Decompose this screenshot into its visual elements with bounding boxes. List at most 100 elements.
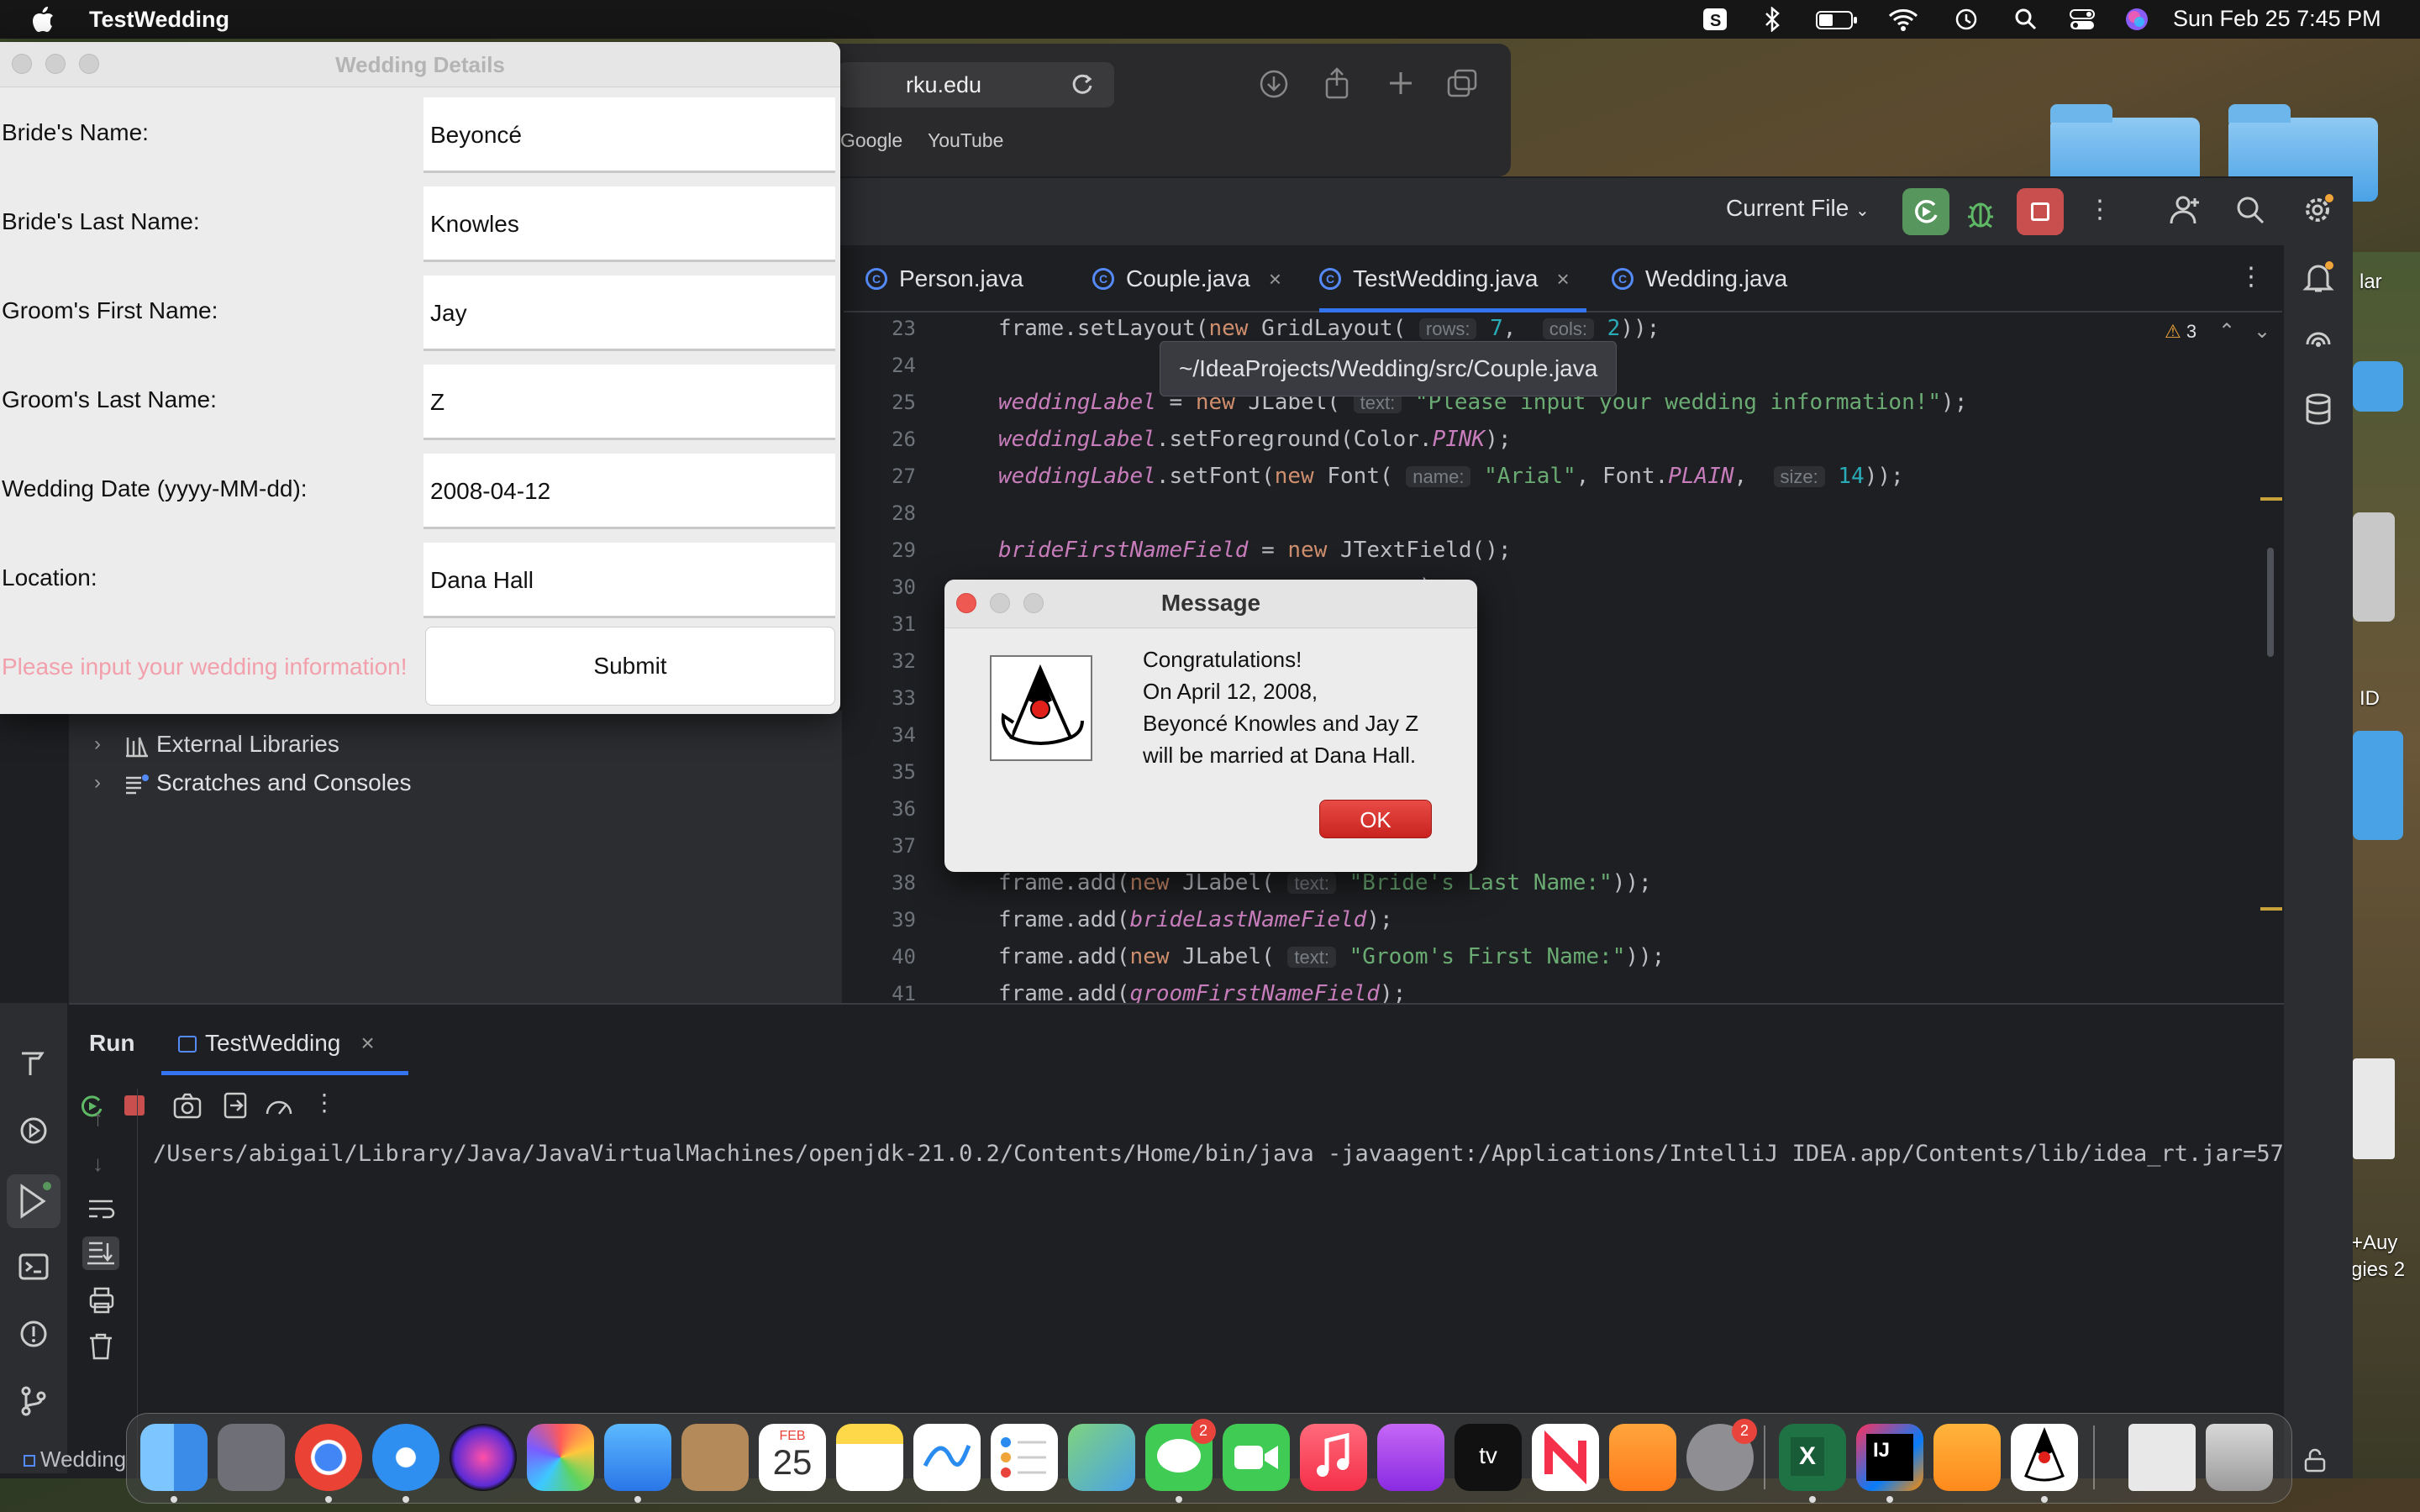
run-console-output[interactable]: /Users/abigail/Library/Java/JavaVirtualM… — [153, 1141, 2284, 1167]
expand-chevron-icon[interactable]: › — [94, 771, 101, 795]
editor-scrollbar[interactable] — [2267, 548, 2274, 657]
warning-marker[interactable] — [2260, 907, 2282, 911]
warning-marker[interactable] — [2260, 497, 2282, 501]
prev-highlight-icon[interactable]: ⌃ — [2218, 319, 2235, 344]
time-machine-icon[interactable] — [1953, 7, 1980, 32]
build-hammer-icon[interactable] — [18, 1048, 49, 1083]
mail-icon[interactable] — [604, 1424, 671, 1491]
database-icon[interactable] — [2304, 393, 2333, 429]
wedding-date-field[interactable]: 2008-04-12 — [424, 454, 835, 529]
downloads-icon[interactable] — [1259, 69, 1289, 103]
print-icon[interactable] — [87, 1287, 116, 1318]
tab-wedding-java[interactable]: C Wedding.java — [1612, 262, 1787, 296]
window-titlebar[interactable]: Wedding Details — [0, 42, 840, 87]
bluetooth-icon[interactable] — [1763, 6, 1781, 33]
facetime-icon[interactable] — [1223, 1424, 1290, 1491]
terminal-icon[interactable] — [18, 1252, 49, 1286]
exit-icon[interactable] — [222, 1092, 249, 1123]
more-options-icon[interactable]: ⋮ — [2087, 195, 2112, 224]
close-tab-icon[interactable]: × — [1269, 266, 1281, 292]
settings-gear-icon[interactable] — [2301, 193, 2334, 231]
tab-couple-java[interactable]: C Couple.java × — [1092, 262, 1281, 296]
grooms-first-name-field[interactable]: Jay — [424, 276, 835, 351]
brides-last-name-field[interactable]: Knowles — [424, 186, 835, 262]
apple-icon[interactable] — [30, 5, 55, 34]
desktop-document-icon[interactable] — [2353, 1058, 2395, 1159]
launchpad-icon[interactable] — [218, 1424, 285, 1491]
tree-item-external-libraries[interactable]: External Libraries — [156, 731, 339, 758]
favorite-youtube[interactable]: YouTube — [928, 129, 1003, 152]
chrome-icon[interactable] — [295, 1424, 362, 1491]
battery-icon[interactable] — [1815, 7, 1859, 32]
desktop-drive-icon[interactable] — [2353, 512, 2395, 622]
podcasts-icon[interactable] — [1377, 1424, 1444, 1491]
scroll-to-end-icon[interactable] — [82, 1236, 119, 1270]
run-tab-testwedding[interactable]: TestWedding × — [161, 1030, 408, 1075]
grooms-last-name-field[interactable]: Z — [424, 365, 835, 440]
calendar-icon[interactable]: FEB 25 — [759, 1424, 826, 1491]
git-icon[interactable] — [18, 1386, 49, 1420]
status-bar-project[interactable]: Wedding — [0, 1438, 134, 1478]
tree-item-scratches[interactable]: Scratches and Consoles — [156, 769, 412, 796]
app-name-menu[interactable]: TestWedding — [89, 7, 229, 33]
tabs-more-icon[interactable]: ⋮ — [2238, 262, 2264, 291]
stop-button[interactable] — [2017, 188, 2064, 235]
close-tab-icon[interactable]: × — [1557, 266, 1570, 292]
ai-assistant-icon[interactable] — [2302, 328, 2334, 364]
siri-icon[interactable] — [450, 1424, 517, 1491]
expand-chevron-icon[interactable]: › — [94, 732, 101, 756]
next-highlight-icon[interactable]: ⌄ — [2254, 319, 2270, 344]
lock-icon[interactable] — [2302, 1448, 2328, 1478]
services-icon[interactable] — [18, 1116, 49, 1150]
menu-clock[interactable]: Sun Feb 25 7:45 PM — [2173, 6, 2381, 32]
notes-icon[interactable] — [836, 1424, 903, 1491]
submit-button[interactable]: Submit — [425, 627, 835, 706]
wifi-icon[interactable] — [1887, 7, 1919, 32]
news-icon[interactable] — [1532, 1424, 1599, 1491]
apple-tv-icon[interactable]: tv — [1455, 1424, 1522, 1491]
clear-trash-icon[interactable] — [87, 1332, 114, 1365]
pages-icon[interactable] — [1933, 1424, 2001, 1491]
scroll-up-icon[interactable]: ↑ — [92, 1105, 103, 1131]
warnings-indicator[interactable]: ⚠ 3 — [2165, 321, 2196, 343]
run-tool-button[interactable] — [7, 1174, 60, 1228]
dialog-titlebar[interactable]: Message — [944, 580, 1477, 628]
safari-window[interactable]: rku.edu Google YouTube — [765, 44, 1511, 176]
debug-button[interactable] — [1960, 192, 2002, 238]
spotlight-search-icon[interactable] — [2013, 7, 2039, 32]
reload-icon[interactable] — [1071, 72, 1094, 100]
add-user-icon[interactable] — [2168, 193, 2202, 231]
music-icon[interactable] — [1300, 1424, 1367, 1491]
books-icon[interactable] — [1609, 1424, 1676, 1491]
share-icon[interactable] — [1323, 67, 1351, 103]
rerun-button[interactable] — [1902, 188, 1949, 235]
photos-icon[interactable] — [527, 1424, 594, 1491]
control-center-icon[interactable] — [2069, 7, 2096, 32]
trash-icon[interactable] — [2206, 1424, 2273, 1491]
security-icon[interactable]: S — [1701, 7, 1729, 32]
profiler-icon[interactable] — [264, 1092, 294, 1123]
scroll-down-icon[interactable]: ↓ — [92, 1151, 103, 1177]
desktop-folder[interactable] — [2353, 361, 2403, 412]
problems-icon[interactable] — [18, 1319, 49, 1353]
reminders-icon[interactable] — [991, 1424, 1058, 1491]
ok-button[interactable]: OK — [1319, 800, 1432, 838]
excel-icon[interactable]: X — [1779, 1424, 1846, 1491]
java-app-icon[interactable] — [2011, 1424, 2078, 1491]
tab-testwedding-java[interactable]: C TestWedding.java × — [1319, 262, 1586, 312]
maps-icon[interactable] — [1068, 1424, 1135, 1491]
run-config-selector[interactable]: Current File ⌄ — [1726, 195, 1870, 222]
location-field[interactable]: Dana Hall — [424, 543, 835, 618]
soft-wrap-icon[interactable] — [87, 1198, 116, 1226]
brides-name-field[interactable]: Beyoncé — [424, 97, 835, 173]
recent-document-icon[interactable] — [2128, 1424, 2196, 1491]
finder-icon[interactable] — [140, 1424, 208, 1491]
desktop-folder[interactable] — [2353, 731, 2403, 840]
siri-icon[interactable] — [2124, 7, 2149, 32]
tab-person-java[interactable]: C Person.java — [865, 262, 1023, 296]
camera-icon[interactable] — [173, 1092, 202, 1123]
tab-overview-icon[interactable] — [1447, 69, 1477, 102]
search-icon[interactable] — [2235, 195, 2265, 229]
new-tab-icon[interactable] — [1388, 71, 1413, 100]
notifications-icon[interactable] — [2302, 260, 2334, 298]
